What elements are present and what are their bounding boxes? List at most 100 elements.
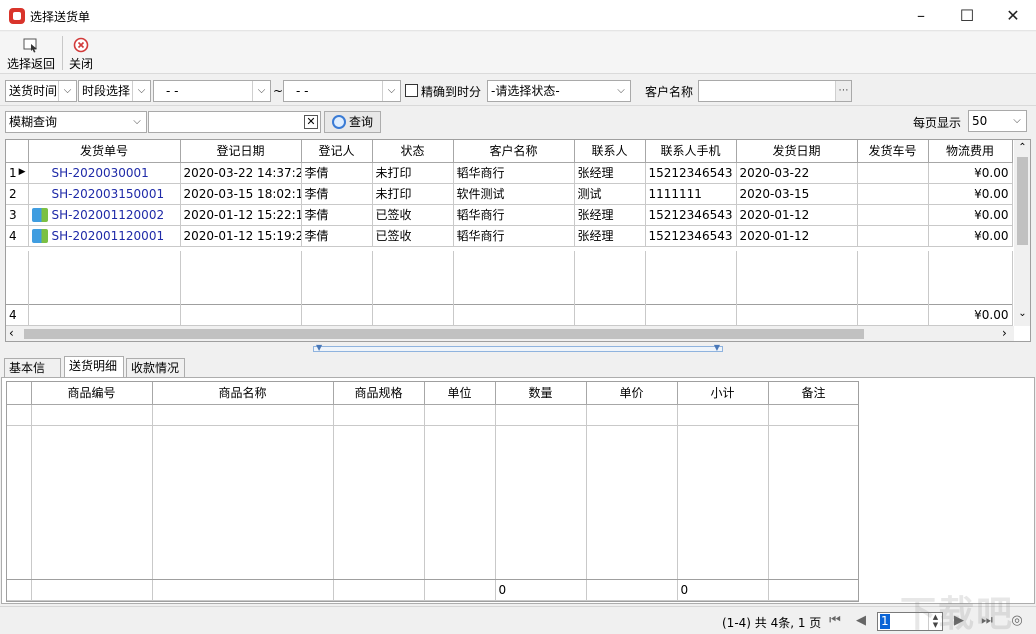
scroll-left-icon[interactable]: ‹ <box>9 326 14 340</box>
select-return-button[interactable]: 选择返回 <box>4 35 58 71</box>
column-header[interactable]: 物流费用 <box>928 140 1013 163</box>
logistics-fee: ¥0.00 <box>928 225 1013 247</box>
table-row[interactable]: 4 SH-202001120001 2020-01-12 15:19:27 李倩 已签收… <box>6 225 1013 247</box>
delivery-number: SH-202001120001 <box>28 225 181 247</box>
title-bar: 选择送货单 – ☐ ✕ <box>0 0 1036 31</box>
tab-basic-info[interactable]: 基本信息 <box>4 358 61 394</box>
status-select[interactable]: -请选择状态- ⌵ <box>487 80 631 102</box>
collapse-icon: ▼ <box>316 343 323 352</box>
scroll-down-icon[interactable]: ⌄ <box>1014 308 1030 319</box>
row-index: 2 <box>6 183 29 205</box>
column-header[interactable]: 单价 <box>586 382 678 405</box>
scrollbar-thumb[interactable] <box>1017 157 1028 245</box>
column-header[interactable]: 发货单号 <box>28 140 181 163</box>
logistics-fee: ¥0.00 <box>928 162 1013 184</box>
customer-name: 韬华商行 <box>453 204 575 226</box>
column-header[interactable]: 登记人 <box>301 140 373 163</box>
contact-person: 张经理 <box>574 225 646 247</box>
column-header[interactable]: 联系人 <box>574 140 646 163</box>
precise-time-label: 精确到时分 <box>421 85 482 99</box>
close-button[interactable]: 关闭 <box>66 35 96 71</box>
footer-subtotal-total: 0 <box>677 579 769 601</box>
orders-grid: 发货单号 登记日期 登记人 状态 客户名称 联系人 联系人手机 发货日期 发货车… <box>5 139 1031 342</box>
table-row[interactable]: 2 SH-202003150001 2020-03-15 18:02:11 李倩 未打印… <box>6 183 1013 205</box>
select-return-icon <box>23 38 37 53</box>
scroll-right-icon[interactable]: › <box>1002 326 1007 340</box>
column-header[interactable]: 小计 <box>677 382 769 405</box>
toolbar: 选择返回 关闭 <box>0 32 1036 74</box>
orders-footer: 4 ¥0.00 <box>6 304 1013 326</box>
period-select[interactable]: 时段选择 ⌵ <box>78 80 151 102</box>
search-icon <box>331 115 346 129</box>
close-icon[interactable]: ✕ <box>990 0 1036 31</box>
more-icon[interactable]: ⋯ <box>835 81 851 101</box>
orders-horizontal-scrollbar[interactable]: ‹ › <box>6 326 1014 341</box>
page-size-label: 每页显示 <box>913 116 962 130</box>
orders-empty-columns <box>6 251 1013 304</box>
table-row[interactable]: 1 ▶ SH-2020030001 2020-03-22 14:37:27 李倩 未打印韬… <box>6 162 1013 184</box>
page-size-select[interactable]: 50 ⌵ <box>968 110 1027 132</box>
contact-phone: 15212346543 <box>645 225 737 247</box>
logistics-fee: ¥0.00 <box>928 183 1013 205</box>
orders-vertical-scrollbar[interactable]: ⌃ ⌄ <box>1014 140 1030 326</box>
chevron-down-icon: ⌵ <box>128 112 146 132</box>
column-header[interactable]: 登记日期 <box>180 140 302 163</box>
query-bar: 模糊查询 ⌵ ✕ 查询 每页显示 50 ⌵ <box>0 108 1036 136</box>
tab-delivery-details[interactable]: 送货明细 <box>64 356 124 378</box>
customer-name-input[interactable]: ⋯ <box>698 80 852 102</box>
registrar: 李倩 <box>301 204 373 226</box>
column-header[interactable]: 单位 <box>424 382 496 405</box>
column-header[interactable]: 备注 <box>768 382 858 405</box>
clear-icon[interactable]: ✕ <box>304 115 318 129</box>
column-header[interactable]: 发货车号 <box>857 140 929 163</box>
delivery-number: SH-202003150001 <box>28 183 181 205</box>
row-index: 4 <box>6 225 29 247</box>
chevron-down-icon: ⌵ <box>612 81 630 101</box>
precise-time-checkbox[interactable] <box>405 84 418 97</box>
window-title: 选择送货单 <box>30 10 91 24</box>
scroll-up-icon[interactable]: ⌃ <box>1014 142 1030 153</box>
query-input[interactable]: ✕ <box>148 111 321 133</box>
splitter-handle[interactable]: ▼ ▼ <box>313 343 723 352</box>
registration-date: 2020-03-22 14:37:27 <box>180 162 302 184</box>
registrar: 李倩 <box>301 225 373 247</box>
registration-date: 2020-03-15 18:02:11 <box>180 183 302 205</box>
chevron-down-icon: ⌵ <box>58 81 76 101</box>
maximize-icon[interactable]: ☐ <box>944 0 990 31</box>
details-grid: 商品编号 商品名称 商品规格 单位 数量 单价 小计 备注 0 0 <box>6 381 859 602</box>
column-header[interactable]: 状态 <box>372 140 454 163</box>
details-panel: 商品编号 商品名称 商品规格 单位 数量 单价 小计 备注 0 0 <box>1 377 1035 604</box>
contact-phone: 15212346543 <box>645 204 737 226</box>
app-icon <box>9 8 25 24</box>
column-header[interactable]: 联系人手机 <box>645 140 737 163</box>
status: 已签收 <box>372 204 454 226</box>
details-empty-row[interactable] <box>7 404 858 426</box>
details-table: 商品编号 商品名称 商品规格 单位 数量 单价 小计 备注 0 0 <box>7 382 858 601</box>
column-header[interactable]: 商品规格 <box>333 382 425 405</box>
column-header[interactable]: 商品编号 <box>31 382 153 405</box>
column-header[interactable]: 发货日期 <box>736 140 858 163</box>
scrollbar-thumb[interactable] <box>24 329 864 339</box>
first-page-icon[interactable]: ⏮ <box>824 611 846 631</box>
customer-name: 韬华商行 <box>453 162 575 184</box>
date-from-picker[interactable]: - - ⌵ <box>153 80 271 102</box>
column-header[interactable]: 数量 <box>495 382 587 405</box>
previous-page-icon[interactable]: ◀ <box>850 611 872 631</box>
date-type-select[interactable]: 送货时间 ⌵ <box>5 80 77 102</box>
registrar: 李倩 <box>301 183 373 205</box>
footer-count: 4 <box>6 304 29 326</box>
details-header-row: 商品编号 商品名称 商品规格 单位 数量 单价 小计 备注 <box>7 382 858 405</box>
minimize-icon[interactable]: – <box>898 0 944 31</box>
query-button[interactable]: 查询 <box>324 111 381 133</box>
column-header[interactable]: 商品名称 <box>152 382 334 405</box>
column-header[interactable]: 客户名称 <box>453 140 575 163</box>
tab-payment-status[interactable]: 收款情况 <box>126 358 185 378</box>
ship-date: 2020-03-15 <box>736 183 858 205</box>
fuzzy-query-select[interactable]: 模糊查询 ⌵ <box>5 111 147 133</box>
vehicle-number <box>857 162 929 184</box>
table-row[interactable]: 3 SH-202001120002 2020-01-12 15:22:15 李倩 已签收… <box>6 204 1013 226</box>
footer-quantity-total: 0 <box>495 579 587 601</box>
logistics-fee: ¥0.00 <box>928 204 1013 226</box>
date-to-picker[interactable]: - - ⌵ <box>283 80 401 102</box>
status: 未打印 <box>372 162 454 184</box>
